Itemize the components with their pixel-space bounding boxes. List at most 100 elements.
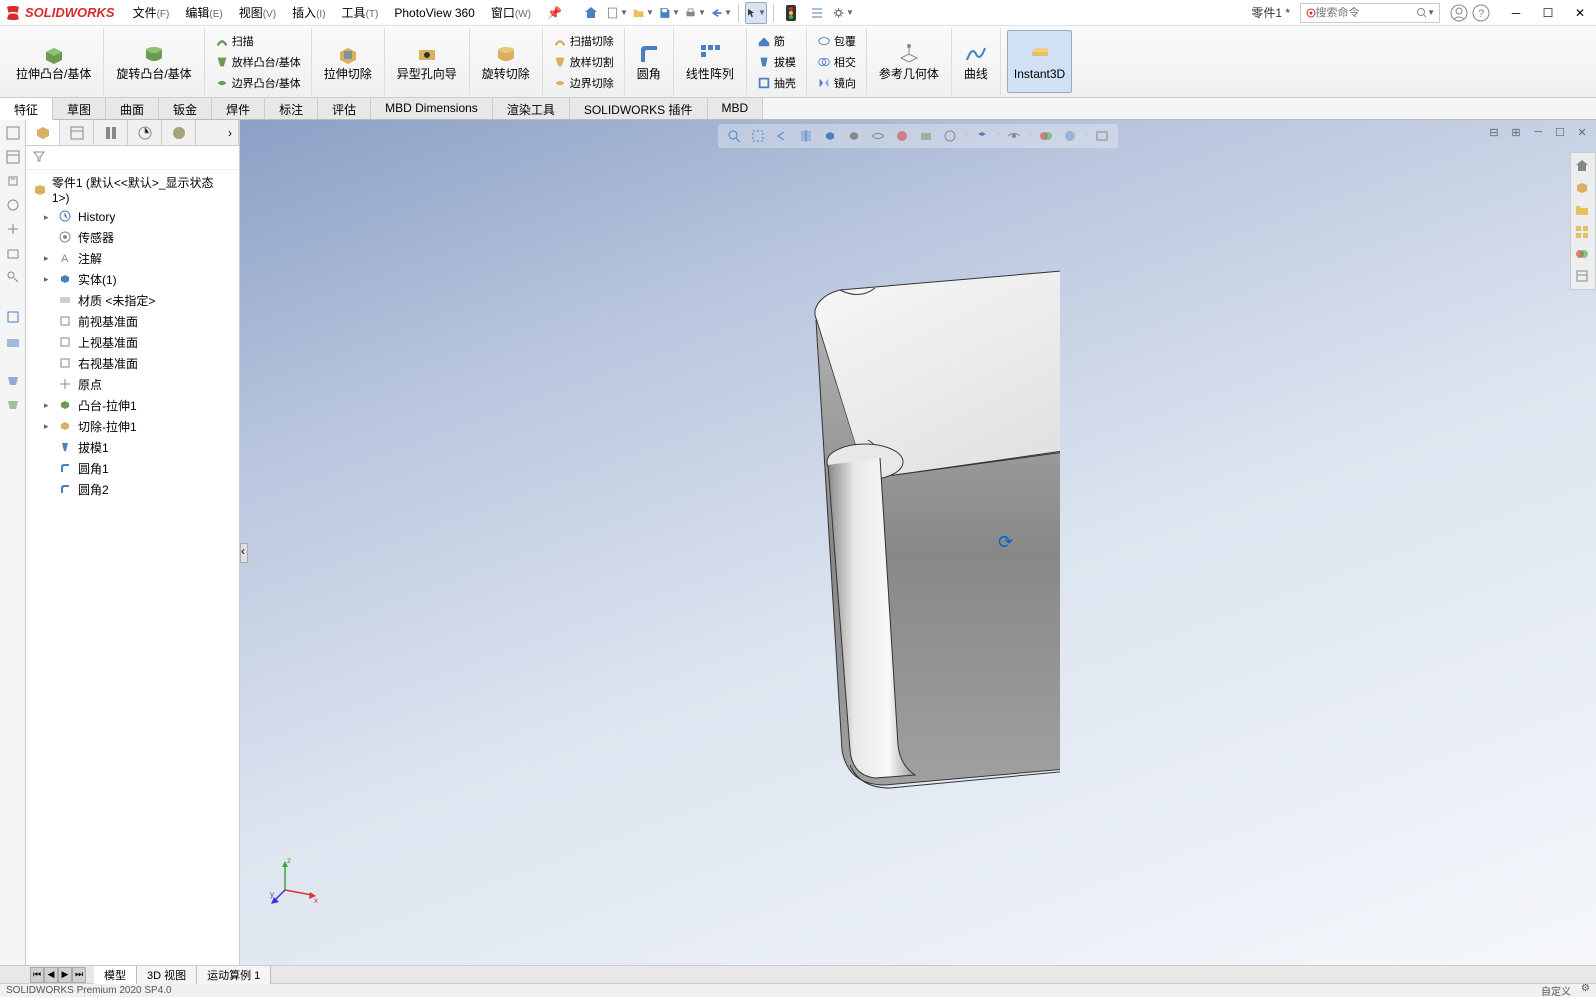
hud-icon-12[interactable] [1004, 126, 1024, 146]
view-orientation-icon[interactable] [820, 126, 840, 146]
menu-photoview[interactable]: PhotoView 360 [386, 3, 483, 23]
bottom-tab-motion[interactable]: 运动算例 1 [197, 966, 271, 984]
sweep-cut-button[interactable]: 扫描切除 [549, 31, 618, 51]
select-icon[interactable]: ▼ [745, 2, 767, 24]
instant3d-button[interactable]: Instant3D [1007, 30, 1072, 93]
task-home-icon[interactable] [1573, 157, 1591, 175]
tree-tab-feature[interactable] [26, 120, 60, 145]
strip-icon-8[interactable] [4, 308, 22, 326]
tab-sheet-metal[interactable]: 钣金 [159, 98, 212, 119]
tree-tab-display[interactable] [162, 120, 196, 145]
strip-icon-11[interactable] [4, 396, 22, 414]
task-view-palette-icon[interactable] [1573, 223, 1591, 241]
tree-tab-expand[interactable]: › [196, 120, 239, 145]
tree-tab-property[interactable] [60, 120, 94, 145]
splitter-handle[interactable]: ‹ [240, 543, 248, 563]
hud-icon-14[interactable] [1060, 126, 1080, 146]
tree-sensors[interactable]: 传感器 [30, 227, 235, 248]
view-settings-icon[interactable] [940, 126, 960, 146]
options-icon[interactable]: ▼ [832, 2, 854, 24]
bottom-tab-model[interactable]: 模型 [94, 966, 137, 984]
tab-mbd[interactable]: MBD [708, 98, 764, 119]
list-icon[interactable] [806, 2, 828, 24]
boundary-boss-button[interactable]: 边界凸台/基体 [211, 73, 305, 93]
rib-button[interactable]: 筋 [753, 31, 800, 51]
tree-material[interactable]: 材质 <未指定> [30, 290, 235, 311]
menu-view[interactable]: 视图(V) [231, 1, 284, 24]
mirror-button[interactable]: 镜向 [813, 73, 860, 93]
task-library-icon[interactable] [1573, 201, 1591, 219]
revolve-cut-button[interactable]: 旋转切除 [476, 30, 536, 93]
tab-weldments[interactable]: 焊件 [212, 98, 265, 119]
strip-icon-5[interactable] [4, 220, 22, 238]
tab-evaluate[interactable]: 评估 [318, 98, 371, 119]
tree-annotations[interactable]: ▸A注解 [30, 248, 235, 269]
tree-draft1[interactable]: 拔模1 [30, 437, 235, 458]
open-icon[interactable]: ▼ [632, 2, 654, 24]
traffic-light-icon[interactable] [780, 2, 802, 24]
draft-button[interactable]: 拔模 [753, 52, 800, 72]
sweep-button[interactable]: 扫描 [211, 31, 305, 51]
hud-icon-13[interactable] [1036, 126, 1056, 146]
help-icon[interactable]: ? [1470, 2, 1492, 24]
view-expand-icon[interactable]: ⊞ [1506, 124, 1526, 140]
strip-icon-2[interactable] [4, 148, 22, 166]
hole-wizard-button[interactable]: 异型孔向导 [391, 30, 463, 93]
edit-appearance-icon[interactable] [892, 126, 912, 146]
tab-sketch[interactable]: 草图 [53, 98, 106, 119]
wrap-button[interactable]: 包覆 [813, 31, 860, 51]
tree-solids[interactable]: ▸实体(1) [30, 269, 235, 290]
tab-surface[interactable]: 曲面 [106, 98, 159, 119]
view-max-icon[interactable]: ☐ [1550, 124, 1570, 140]
menu-file[interactable]: 文件(F) [125, 1, 178, 24]
tree-fillet2[interactable]: 圆角2 [30, 479, 235, 500]
home-icon[interactable] [580, 2, 602, 24]
loft-cut-button[interactable]: 放样切割 [549, 52, 618, 72]
menu-edit[interactable]: 编辑(E) [177, 1, 230, 24]
fillet-button[interactable]: 圆角 [631, 30, 667, 93]
tab-annotate[interactable]: 标注 [265, 98, 318, 119]
loft-boss-button[interactable]: 放样凸台/基体 [211, 52, 305, 72]
tab-mbd-dim[interactable]: MBD Dimensions [371, 98, 493, 119]
task-appearances-icon[interactable] [1573, 245, 1591, 263]
section-view-icon[interactable] [796, 126, 816, 146]
print-icon[interactable]: ▼ [684, 2, 706, 24]
tree-tab-dimxpert[interactable] [128, 120, 162, 145]
menu-insert[interactable]: 插入(I) [284, 1, 333, 24]
tree-boss-extrude[interactable]: ▸凸台-拉伸1 [30, 395, 235, 416]
strip-icon-3[interactable] [4, 172, 22, 190]
strip-icon-9[interactable] [4, 332, 22, 350]
tree-filter[interactable] [26, 146, 239, 170]
revolve-boss-button[interactable]: 旋转凸台/基体 [110, 30, 197, 93]
search-icon[interactable] [1416, 7, 1427, 19]
display-style-icon[interactable] [844, 126, 864, 146]
tree-root[interactable]: 零件1 (默认<<默认>_显示状态 1>) [30, 172, 235, 207]
menu-tools[interactable]: 工具(T) [334, 1, 387, 24]
tree-cut-extrude[interactable]: ▸切除-拉伸1 [30, 416, 235, 437]
viewport[interactable]: ‹ · · · · ⊟ ⊞ ─ ☐ [240, 120, 1596, 965]
search-input[interactable] [1316, 7, 1416, 19]
nav-last[interactable]: ⏭ [72, 967, 86, 983]
tree-right-plane[interactable]: 右视基准面 [30, 353, 235, 374]
user-icon[interactable] [1448, 2, 1470, 24]
maximize-button[interactable]: ☐ [1536, 3, 1560, 23]
nav-prev[interactable]: ◀ [44, 967, 58, 983]
task-resources-icon[interactable] [1573, 179, 1591, 197]
view-collapse-icon[interactable]: ⊟ [1484, 124, 1504, 140]
tab-feature[interactable]: 特征 [0, 98, 53, 120]
tree-fillet1[interactable]: 圆角1 [30, 458, 235, 479]
zoom-fit-icon[interactable] [724, 126, 744, 146]
apply-scene-icon[interactable] [916, 126, 936, 146]
status-gear-icon[interactable]: ⚙ [1581, 983, 1590, 998]
hud-icon-11[interactable] [972, 126, 992, 146]
boundary-cut-button[interactable]: 边界切除 [549, 73, 618, 93]
undo-icon[interactable]: ▼ [710, 2, 732, 24]
close-button[interactable]: ✕ [1568, 3, 1592, 23]
orientation-triad[interactable]: z x y [270, 855, 320, 905]
hud-icon-15[interactable] [1092, 126, 1112, 146]
bottom-tab-3dview[interactable]: 3D 视图 [137, 966, 197, 984]
shell-button[interactable]: 抽壳 [753, 73, 800, 93]
strip-icon-7[interactable] [4, 268, 22, 286]
zoom-area-icon[interactable] [748, 126, 768, 146]
task-custom-props-icon[interactable] [1573, 267, 1591, 285]
